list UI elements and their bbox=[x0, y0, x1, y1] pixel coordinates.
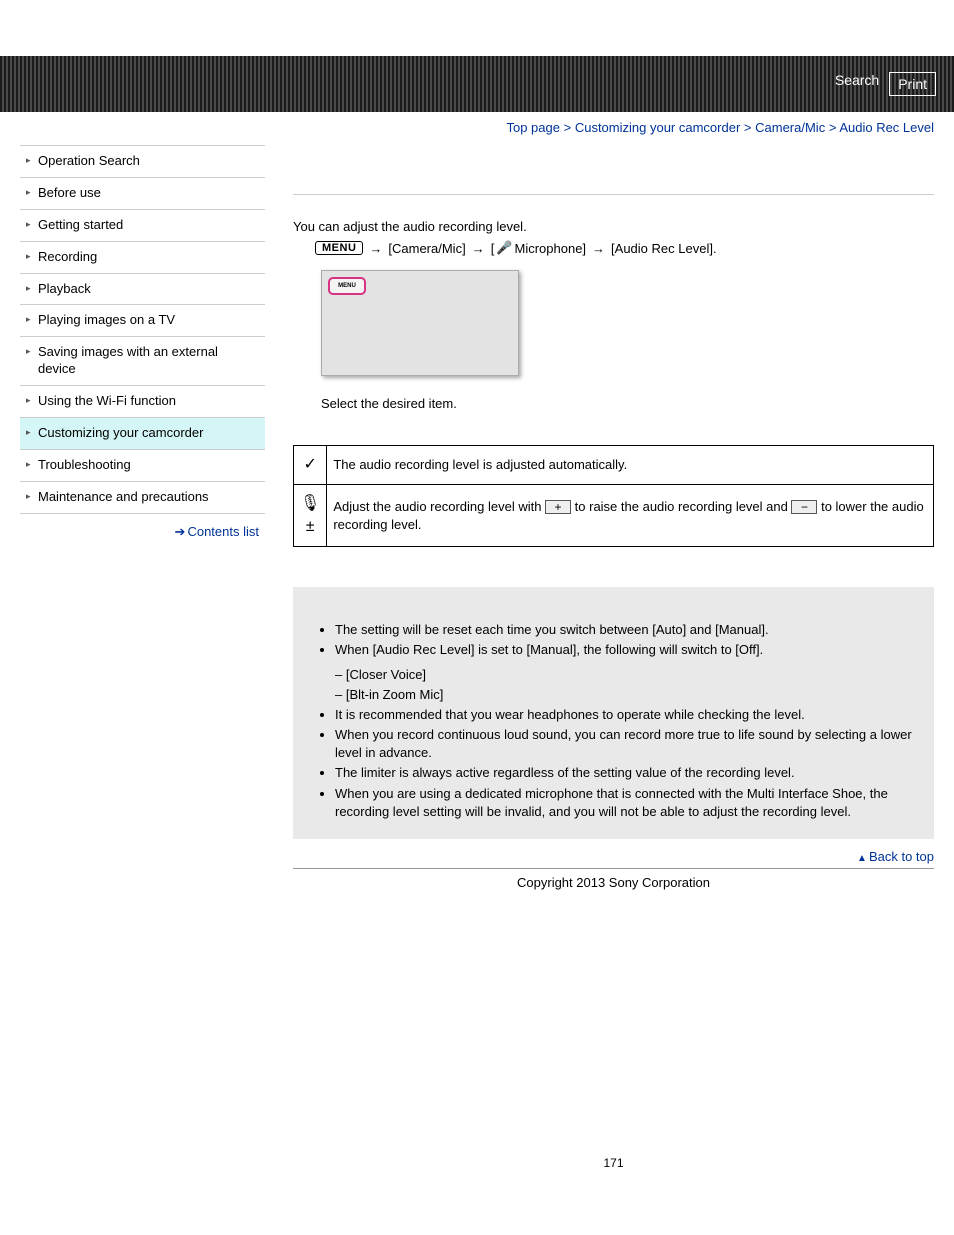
notes-list: The setting will be reset each time you … bbox=[311, 621, 916, 821]
breadcrumb-top[interactable]: Top page bbox=[506, 120, 560, 135]
minus-button-icon: − bbox=[791, 500, 817, 514]
option-auto-text: The audio recording level is adjusted au… bbox=[327, 446, 934, 485]
notes-block: The setting will be reset each time you … bbox=[293, 587, 934, 839]
search-link[interactable]: Search bbox=[835, 72, 879, 96]
sidebar-item[interactable]: Recording bbox=[20, 242, 265, 274]
sidebar-item[interactable]: Playing images on a TV bbox=[20, 305, 265, 337]
copyright: Copyright 2013 Sony Corporation bbox=[293, 869, 934, 896]
arrow-icon: → bbox=[592, 241, 605, 256]
back-to-top-link[interactable]: Back to top bbox=[869, 849, 934, 864]
breadcrumb: Top page > Customizing your camcorder > … bbox=[0, 112, 954, 135]
path-segment: [Camera/Mic] bbox=[388, 241, 465, 256]
note-subitem: [Closer Voice] bbox=[349, 666, 916, 684]
path-segment: [🎤Microphone] bbox=[491, 240, 586, 256]
menu-path: MENU → [Camera/Mic] → [🎤Microphone] → [A… bbox=[293, 240, 934, 256]
main-content: You can adjust the audio recording level… bbox=[265, 145, 934, 1170]
breadcrumb-l1[interactable]: Customizing your camcorder bbox=[575, 120, 740, 135]
note-item: When you record continuous loud sound, y… bbox=[335, 726, 916, 762]
menu-badge: MENU bbox=[315, 241, 363, 255]
sidebar-item[interactable]: Using the Wi-Fi function bbox=[20, 386, 265, 418]
notes-heading bbox=[311, 601, 916, 615]
sidebar-item[interactable]: Before use bbox=[20, 178, 265, 210]
sidebar-item-active[interactable]: Customizing your camcorder bbox=[20, 418, 265, 450]
sidebar-item[interactable]: Saving images with an external device bbox=[20, 337, 265, 386]
note-item: It is recommended that you wear headphon… bbox=[335, 706, 916, 724]
breadcrumb-current: Audio Rec Level bbox=[839, 120, 934, 135]
intro-text: You can adjust the audio recording level… bbox=[293, 219, 934, 234]
path-segment: [Audio Rec Level]. bbox=[611, 241, 717, 256]
mic-adjust-icon: 🎙± bbox=[294, 485, 327, 547]
arrow-up-icon: ▲ bbox=[857, 853, 867, 864]
step-text: Select the desired item. bbox=[293, 390, 934, 419]
note-item: When you are using a dedicated microphon… bbox=[335, 785, 916, 821]
mic-icon: 🎤 bbox=[496, 240, 512, 256]
option-manual-text: Adjust the audio recording level with + … bbox=[327, 485, 934, 547]
sidebar-item[interactable]: Troubleshooting bbox=[20, 450, 265, 482]
check-icon: ✓ bbox=[294, 446, 327, 485]
contents-list-link[interactable]: Contents list bbox=[187, 524, 259, 539]
arrow-icon: → bbox=[369, 241, 382, 256]
note-item: The setting will be reset each time you … bbox=[335, 621, 916, 639]
table-row: ✓ The audio recording level is adjusted … bbox=[294, 446, 934, 485]
note-item: The limiter is always active regardless … bbox=[335, 764, 916, 782]
menu-highlight: MENU bbox=[328, 277, 366, 295]
print-button[interactable]: Print bbox=[889, 72, 936, 96]
sidebar-item[interactable]: Maintenance and precautions bbox=[20, 482, 265, 514]
note-item: When [Audio Rec Level] is set to [Manual… bbox=[335, 641, 916, 704]
sidebar-item[interactable]: Playback bbox=[20, 274, 265, 306]
breadcrumb-l2[interactable]: Camera/Mic bbox=[755, 120, 825, 135]
options-table: ✓ The audio recording level is adjusted … bbox=[293, 445, 934, 547]
arrow-icon: → bbox=[472, 241, 485, 256]
page-number: 171 bbox=[293, 896, 934, 1170]
screen-mockup: MENU bbox=[321, 270, 519, 376]
page-title bbox=[293, 145, 934, 195]
note-subitem: [Blt-in Zoom Mic] bbox=[349, 686, 916, 704]
plus-button-icon: + bbox=[545, 500, 571, 514]
sidebar: Operation Search Before use Getting star… bbox=[20, 145, 265, 540]
arrow-right-icon: ➔ bbox=[175, 524, 186, 539]
sidebar-item[interactable]: Getting started bbox=[20, 210, 265, 242]
table-row: 🎙± Adjust the audio recording level with… bbox=[294, 485, 934, 547]
sidebar-item[interactable]: Operation Search bbox=[20, 146, 265, 178]
back-to-top-row: ▲Back to top bbox=[293, 839, 934, 869]
header-banner: Search Print bbox=[0, 56, 954, 112]
sidebar-list: Operation Search Before use Getting star… bbox=[20, 145, 265, 514]
